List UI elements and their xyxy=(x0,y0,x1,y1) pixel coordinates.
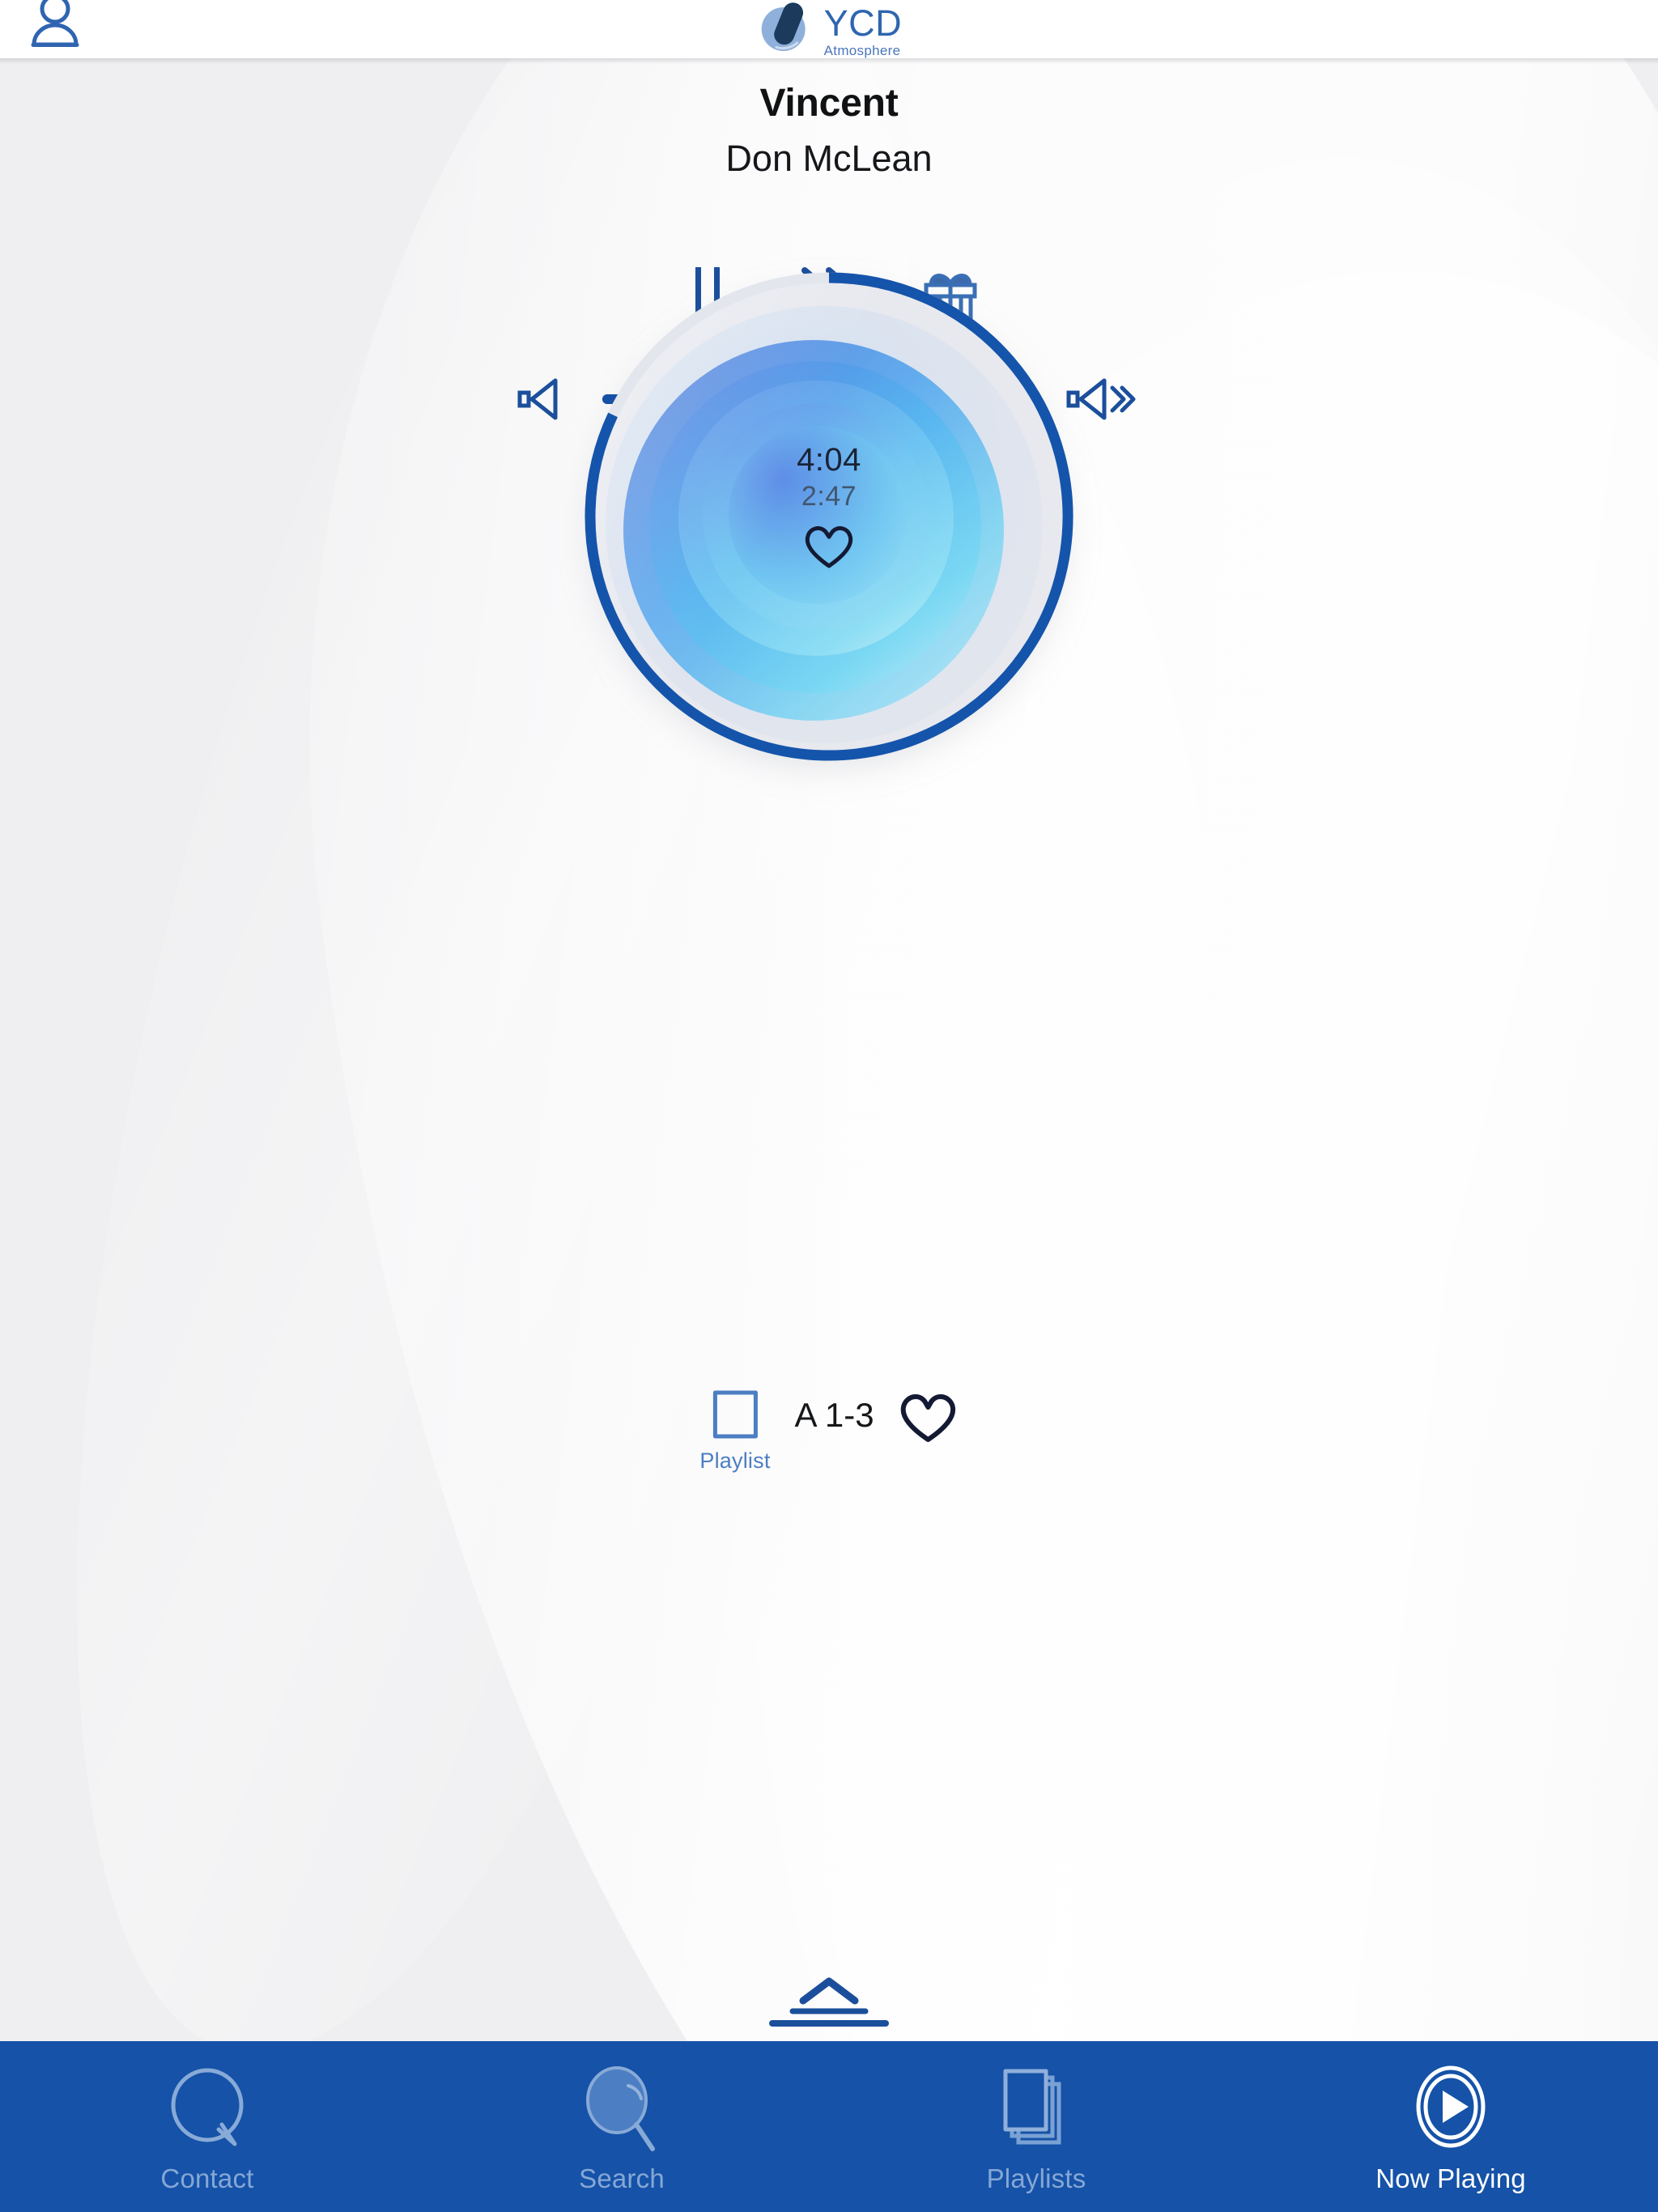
account-button[interactable] xyxy=(23,0,87,52)
app-header: YCD Atmosphere xyxy=(0,0,1658,64)
heart-outline-icon xyxy=(805,525,853,568)
volume-mute-icon[interactable] xyxy=(517,376,576,423)
now-playing-screen: Vincent Don McLean 4:04 2:47 Playlist A … xyxy=(0,58,1658,2041)
brand-name: YCD xyxy=(823,2,903,44)
tab-playlists[interactable]: Playlists xyxy=(829,2041,1244,2212)
bottom-tab-bar: Contact Search Playlists Now Playing xyxy=(0,2041,1658,2212)
brand-tagline: Atmosphere xyxy=(823,42,901,58)
circular-player[interactable]: 4:04 2:47 xyxy=(578,266,1080,768)
playlist-name: A 1-3 xyxy=(794,1396,874,1434)
play-circle-icon xyxy=(1416,2065,1486,2147)
app-root: YCD Atmosphere Vincent Don McLean 4:04 2… xyxy=(0,0,1658,2212)
speech-bubble-icon xyxy=(171,2068,244,2146)
stacked-pages-icon xyxy=(1003,2069,1061,2144)
playlist-button[interactable]: Playlist xyxy=(699,1386,770,1474)
person-icon xyxy=(31,0,79,47)
playlist-favorite-button[interactable] xyxy=(899,1386,959,1448)
disc-readout: 4:04 2:47 xyxy=(578,442,1080,575)
tab-search[interactable]: Search xyxy=(414,2041,829,2212)
brand-wordmark: YCD Atmosphere xyxy=(824,0,903,57)
magnifier-icon xyxy=(586,2065,655,2151)
main-stage: Vincent Don McLean 4:04 2:47 Playlist A … xyxy=(0,58,1658,2041)
playlist-row: Playlist A 1-3 xyxy=(699,1386,958,1474)
time-elapsed: 2:47 xyxy=(801,481,857,512)
brand-logo[interactable]: YCD Atmosphere xyxy=(756,0,903,58)
heart-outline-icon xyxy=(900,1394,956,1442)
tab-contact[interactable]: Contact xyxy=(0,2041,414,2212)
pull-up-handle[interactable] xyxy=(748,1975,910,2030)
tab-now-playing-label: Now Playing xyxy=(1375,2163,1526,2193)
tab-search-label: Search xyxy=(579,2163,665,2193)
track-artist: Don McLean xyxy=(725,138,933,179)
track-title: Vincent xyxy=(759,82,899,125)
playlist-button-label: Playlist xyxy=(699,1448,771,1473)
playlist-file-icon xyxy=(712,1390,758,1439)
disc-favorite-button[interactable] xyxy=(802,522,856,575)
ycd-logo-icon xyxy=(761,2,806,51)
tab-now-playing[interactable]: Now Playing xyxy=(1244,2041,1658,2212)
tab-contact-label: Contact xyxy=(160,2163,254,2193)
chevron-up-handle-icon xyxy=(769,1977,889,2027)
tab-playlists-label: Playlists xyxy=(986,2163,1086,2193)
time-total: 4:04 xyxy=(797,442,861,478)
